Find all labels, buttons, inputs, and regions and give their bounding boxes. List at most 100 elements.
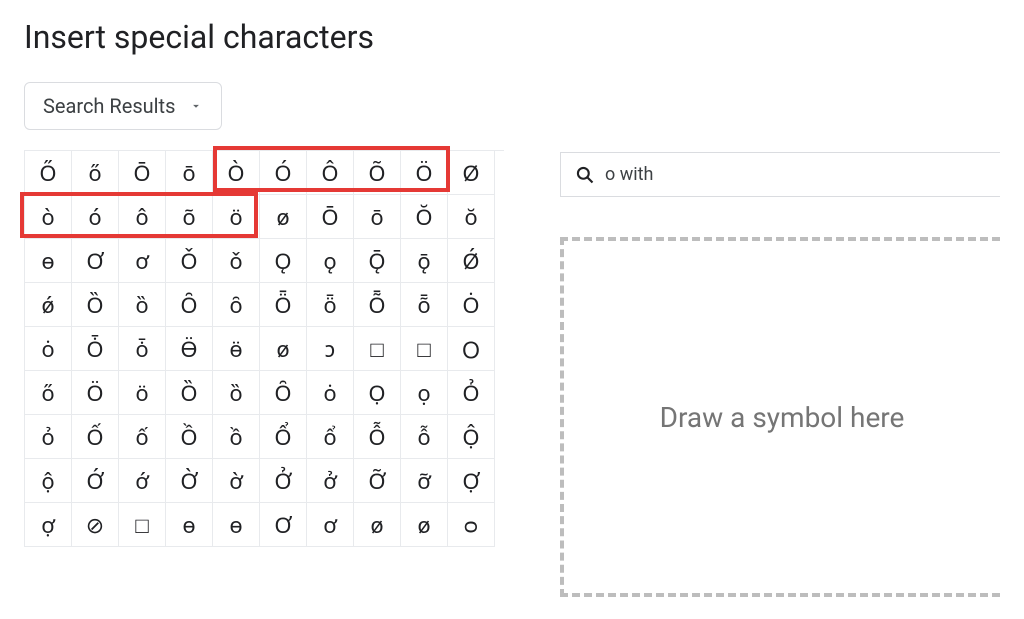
char-cell[interactable]: Ȭ bbox=[354, 283, 401, 327]
char-cell[interactable]: Ȱ bbox=[72, 327, 119, 371]
char-cell[interactable]: Ỏ bbox=[448, 371, 495, 415]
char-cell[interactable]: □ bbox=[354, 327, 401, 371]
char-cell[interactable]: Ợ bbox=[448, 459, 495, 503]
char-cell[interactable]: Ớ bbox=[72, 459, 119, 503]
char-cell[interactable]: Ǭ bbox=[354, 239, 401, 283]
category-dropdown[interactable]: Search Results bbox=[24, 82, 222, 130]
char-cell[interactable]: ȍ bbox=[213, 371, 260, 415]
char-cell[interactable]: Ọ bbox=[354, 371, 401, 415]
char-cell[interactable]: Ǿ bbox=[448, 239, 495, 283]
char-cell[interactable]: Ȏ bbox=[260, 371, 307, 415]
char-cell[interactable]: ǭ bbox=[401, 239, 448, 283]
char-cell[interactable]: Ồ bbox=[166, 415, 213, 459]
char-cell[interactable]: ɔ bbox=[307, 327, 354, 371]
char-cell[interactable]: Ơ bbox=[260, 503, 307, 547]
char-cell[interactable]: □ bbox=[119, 503, 166, 547]
char-cell[interactable]: Ȯ bbox=[448, 283, 495, 327]
char-cell[interactable]: ő bbox=[72, 151, 119, 195]
char-cell[interactable]: ø bbox=[354, 503, 401, 547]
char-cell[interactable]: ỗ bbox=[401, 415, 448, 459]
char-cell[interactable]: Ộ bbox=[448, 415, 495, 459]
char-cell[interactable]: ợ bbox=[25, 503, 72, 547]
char-cell[interactable]: Ǫ bbox=[260, 239, 307, 283]
char-cell[interactable]: Ở bbox=[260, 459, 307, 503]
char-cell[interactable]: ø bbox=[260, 327, 307, 371]
char-cell[interactable]: Ȍ bbox=[166, 371, 213, 415]
char-cell[interactable]: Ó bbox=[260, 151, 307, 195]
char-cell[interactable]: Õ bbox=[354, 151, 401, 195]
char-cell[interactable]: ȏ bbox=[213, 283, 260, 327]
char-cell[interactable]: ở bbox=[307, 459, 354, 503]
char-cell[interactable]: õ bbox=[166, 195, 213, 239]
char-cell[interactable]: Ȫ bbox=[260, 283, 307, 327]
char-cell[interactable]: ø bbox=[260, 195, 307, 239]
char-cell[interactable]: Ố bbox=[72, 415, 119, 459]
char-cell[interactable]: ö bbox=[213, 195, 260, 239]
char-cell[interactable]: ɵ bbox=[166, 503, 213, 547]
char-cell[interactable]: ⊘ bbox=[72, 503, 119, 547]
search-input[interactable] bbox=[605, 164, 986, 185]
char-cell[interactable]: ọ bbox=[401, 371, 448, 415]
char-cell[interactable]: ố bbox=[119, 415, 166, 459]
char-cell[interactable]: Ő bbox=[25, 151, 72, 195]
search-box[interactable] bbox=[560, 152, 1000, 197]
draw-hint-text: Draw a symbol here bbox=[660, 401, 905, 434]
char-cell[interactable]: ᴑ bbox=[448, 503, 495, 547]
search-icon bbox=[575, 165, 595, 185]
character-grid: ŐőŌōÒÓÔÕÖØòóôõöøŌōŎŏɵƠơǑǒǪǫǬǭǾǿȌȍȎȏȪȫȬȭȮ… bbox=[24, 150, 504, 547]
char-cell[interactable]: ó bbox=[72, 195, 119, 239]
char-cell[interactable]: ȯ bbox=[25, 327, 72, 371]
char-cell[interactable]: ổ bbox=[307, 415, 354, 459]
char-cell[interactable]: Ӫ bbox=[166, 327, 213, 371]
char-cell[interactable]: Ǒ bbox=[166, 239, 213, 283]
char-cell[interactable]: ồ bbox=[213, 415, 260, 459]
char-cell[interactable]: ŏ bbox=[448, 195, 495, 239]
char-cell[interactable]: ǿ bbox=[25, 283, 72, 327]
char-cell[interactable]: ô bbox=[119, 195, 166, 239]
char-cell[interactable]: ö bbox=[119, 371, 166, 415]
char-cell[interactable]: ɵ bbox=[25, 239, 72, 283]
char-cell[interactable]: ǫ bbox=[307, 239, 354, 283]
char-cell[interactable]: ȯ bbox=[307, 371, 354, 415]
char-cell[interactable]: ò bbox=[25, 195, 72, 239]
char-cell[interactable]: ǒ bbox=[213, 239, 260, 283]
char-cell[interactable]: Ȍ bbox=[72, 283, 119, 327]
char-cell[interactable]: ø bbox=[401, 503, 448, 547]
char-cell[interactable]: ȭ bbox=[401, 283, 448, 327]
char-cell[interactable]: ȫ bbox=[307, 283, 354, 327]
char-cell[interactable]: Ổ bbox=[260, 415, 307, 459]
char-cell[interactable]: Ö bbox=[72, 371, 119, 415]
char-cell[interactable]: ȱ bbox=[119, 327, 166, 371]
char-cell[interactable]: Ô bbox=[307, 151, 354, 195]
char-cell[interactable]: Ø bbox=[448, 151, 495, 195]
char-cell[interactable]: ộ bbox=[25, 459, 72, 503]
char-cell[interactable]: Ö bbox=[401, 151, 448, 195]
char-cell[interactable]: ō bbox=[166, 151, 213, 195]
page-title: Insert special characters bbox=[24, 18, 1000, 56]
char-cell[interactable]: ớ bbox=[119, 459, 166, 503]
char-cell[interactable]: Ơ bbox=[72, 239, 119, 283]
category-dropdown-label: Search Results bbox=[43, 94, 175, 118]
char-cell[interactable]: Ò bbox=[213, 151, 260, 195]
char-cell[interactable]: Ŏ bbox=[401, 195, 448, 239]
char-cell[interactable]: Ȏ bbox=[166, 283, 213, 327]
char-cell[interactable]: Ỗ bbox=[354, 415, 401, 459]
char-cell[interactable]: ơ bbox=[119, 239, 166, 283]
char-cell[interactable]: ỏ bbox=[25, 415, 72, 459]
char-cell[interactable]: ő bbox=[25, 371, 72, 415]
char-cell[interactable]: Ō bbox=[307, 195, 354, 239]
char-cell[interactable]: □ bbox=[401, 327, 448, 371]
char-cell[interactable]: Ō bbox=[119, 151, 166, 195]
char-cell[interactable]: ơ bbox=[307, 503, 354, 547]
char-cell[interactable]: ɵ bbox=[213, 503, 260, 547]
chevron-down-icon bbox=[189, 99, 203, 113]
char-cell[interactable]: ӫ bbox=[213, 327, 260, 371]
char-cell[interactable]: Ờ bbox=[166, 459, 213, 503]
draw-canvas[interactable]: Draw a symbol here bbox=[560, 237, 1000, 597]
char-cell[interactable]: ờ bbox=[213, 459, 260, 503]
char-cell[interactable]: ȍ bbox=[119, 283, 166, 327]
char-cell[interactable]: Ｏ bbox=[448, 327, 495, 371]
char-cell[interactable]: ō bbox=[354, 195, 401, 239]
char-cell[interactable]: ỡ bbox=[401, 459, 448, 503]
char-cell[interactable]: Ỡ bbox=[354, 459, 401, 503]
